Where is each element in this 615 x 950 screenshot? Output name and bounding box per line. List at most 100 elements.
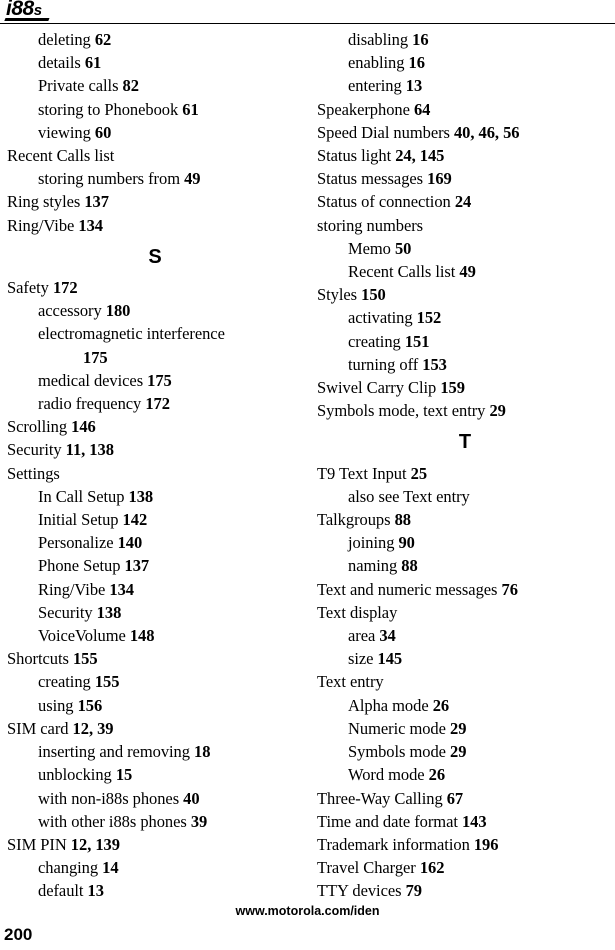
- logo-underline-swoosh: [4, 18, 50, 21]
- index-entry: Swivel Carry Clip 159: [317, 376, 613, 399]
- index-entry-page-ref: 155: [72, 649, 98, 669]
- index-entry-label: Security: [7, 440, 62, 460]
- index-entry: Ring/Vibe 134: [7, 578, 303, 601]
- index-entry-page-ref: 196: [473, 834, 499, 854]
- index-entry-page-ref: 140: [117, 533, 143, 553]
- index-entry-page-ref: 88: [401, 556, 418, 576]
- index-entry-label: Safety: [7, 278, 49, 298]
- index-entry-label: In Call Setup: [38, 486, 125, 506]
- index-entry: Travel Charger 162: [317, 856, 613, 879]
- index-entry-label: Text display: [317, 602, 398, 622]
- index-entry: Safety 172: [7, 276, 303, 299]
- index-entry-label: accessory: [38, 301, 102, 321]
- index-entry-page-ref: 137: [124, 556, 150, 576]
- index-entry-page-ref: 150: [361, 285, 386, 305]
- index-entry-page-ref: 145: [377, 649, 403, 669]
- index-entry: medical devices 175: [7, 369, 303, 392]
- index-entry-label: enabling: [348, 53, 405, 73]
- index-entry-label: creating: [348, 331, 401, 351]
- index-entry: 175: [7, 346, 303, 369]
- index-entry: Numeric mode 29: [317, 717, 613, 740]
- index-entry: inserting and removing 18: [7, 740, 303, 763]
- index-entry-label: also see Text entry: [348, 486, 470, 506]
- index-entry-page-ref: 138: [128, 486, 154, 506]
- index-entry-label: default: [38, 881, 84, 901]
- index-entry: enabling 16: [317, 51, 613, 74]
- index-entry: with non-i88s phones 40: [7, 787, 303, 810]
- index-entry-label: T9 Text Input: [317, 463, 407, 483]
- index-entry-page-ref: 79: [405, 881, 422, 901]
- index-entry-label: Status of connection: [317, 192, 451, 212]
- index-entry-label: storing to Phonebook: [38, 99, 179, 119]
- index-entry: Text and numeric messages 76: [317, 578, 613, 601]
- index-entry: joining 90: [317, 531, 613, 554]
- index-entry-label: Alpha mode: [348, 695, 429, 715]
- index-entry-label: Three-Way Calling: [317, 788, 443, 808]
- index-entry: activating 152: [317, 306, 613, 329]
- index-entry-label: Scrolling: [7, 417, 68, 437]
- index-entry: T9 Text Input 25: [317, 462, 613, 485]
- index-entry-page-ref: 67: [446, 788, 464, 808]
- index-entry-page-ref: 13: [87, 881, 104, 901]
- index-entry-label: storing numbers: [317, 215, 424, 235]
- index-entry: turning off 153: [317, 353, 613, 376]
- index-entry-page-ref: 26: [432, 695, 450, 715]
- index-entry: Personalize 140: [7, 531, 303, 554]
- index-entry: area 34: [317, 624, 613, 647]
- index-entry-label: Swivel Carry Clip: [317, 378, 437, 398]
- index-entry-page-ref: 29: [489, 401, 506, 421]
- index-entry-label: SIM PIN: [7, 834, 67, 854]
- index-entry-label: Status light: [317, 146, 392, 166]
- index-entry-page-ref: 156: [77, 695, 103, 715]
- index-entry-label: Talkgroups: [317, 510, 391, 530]
- index-entry: Symbols mode, text entry 29: [317, 399, 613, 422]
- index-entry: electromagnetic interference: [7, 322, 303, 345]
- index-entry-label: Ring/Vibe: [7, 215, 75, 235]
- index-entry-label: Trademark information: [317, 834, 470, 854]
- index-entry-label: Symbols mode, text entry: [317, 401, 486, 421]
- index-entry-page-ref: 155: [94, 672, 120, 692]
- index-entry: viewing 60: [7, 121, 303, 144]
- index-entry-label: Text and numeric messages: [317, 579, 498, 599]
- index-entry-page-ref: 25: [410, 463, 428, 483]
- index-entry-page-ref: 146: [71, 417, 96, 437]
- index-entry: Recent Calls list: [7, 144, 303, 167]
- index-entry-label: using: [38, 695, 74, 715]
- index-entry-page-ref: 24, 145: [395, 146, 445, 166]
- page-header: i88s: [0, 0, 615, 24]
- index-entry-label: Word mode: [348, 765, 425, 785]
- index-entry-label: Personalize: [38, 533, 114, 553]
- index-column-left: deleting 62 details 61 Private calls 82 sto…: [7, 28, 303, 903]
- index-entry-page-ref: 134: [109, 579, 134, 599]
- logo-suffix-text: s: [33, 2, 42, 19]
- index-entry: unblocking 15: [7, 763, 303, 786]
- index-entry-page-ref: 40, 46, 56: [453, 122, 520, 142]
- index-entry: Trademark information 196: [317, 833, 613, 856]
- index-entry-page-ref: 134: [78, 215, 103, 235]
- index-entry-label: with non-i88s phones: [38, 788, 180, 808]
- index-entry: using 156: [7, 694, 303, 717]
- index-entry-page-ref: 12, 39: [72, 718, 114, 738]
- index-entry-label: Speakerphone: [317, 99, 410, 119]
- index-entry: Status of connection 24: [317, 190, 613, 213]
- index-entry: Recent Calls list 49: [317, 260, 613, 283]
- index-entry-page-ref: 12, 139: [70, 834, 120, 854]
- index-entry-label: naming: [348, 556, 398, 576]
- index-entry: Initial Setup 142: [7, 508, 303, 531]
- index-entry-page-ref: 16: [408, 53, 425, 73]
- index-entry: storing numbers from 49: [7, 167, 303, 190]
- index-entry-page-ref: 148: [129, 626, 155, 646]
- index-entry-label: with other i88s phones: [38, 811, 187, 831]
- index-entry: Text entry: [317, 670, 613, 693]
- index-entry: Phone Setup 137: [7, 554, 303, 577]
- index-entry-label: electromagnetic interference: [38, 324, 225, 344]
- index-entry-label: medical devices: [38, 370, 144, 390]
- index-entry-page-ref: 24: [454, 192, 472, 212]
- index-entry-page-ref: 138: [96, 602, 122, 622]
- index-entry-page-ref: 159: [440, 378, 465, 398]
- index-entry-page-ref: 14: [102, 858, 119, 878]
- index-entry: Status messages 169: [317, 167, 613, 190]
- index-entry-page-ref: 26: [428, 765, 446, 785]
- index-entry-page-ref: 162: [419, 858, 445, 878]
- index-entry: details 61: [7, 51, 303, 74]
